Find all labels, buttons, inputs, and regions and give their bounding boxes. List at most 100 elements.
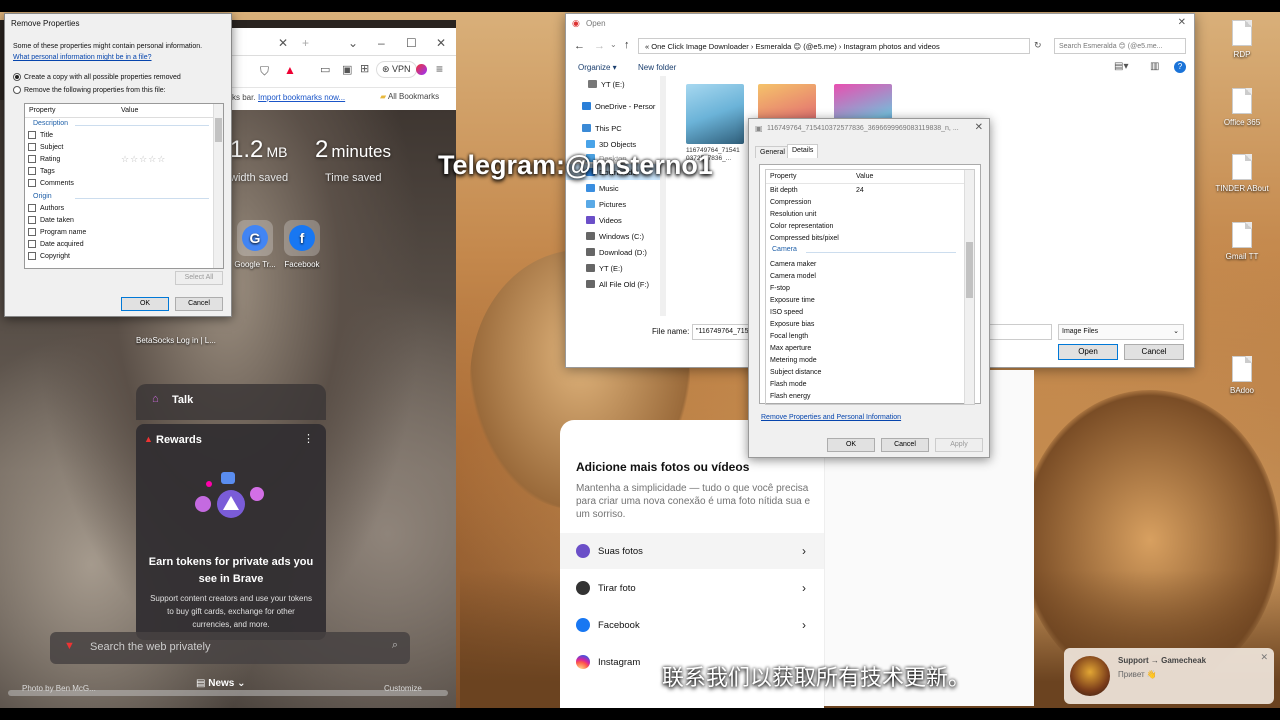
search-input[interactable]: Search Esmeralda 😊 (@e5.me... (1054, 38, 1186, 54)
option-tirar-foto[interactable]: Tirar foto › (560, 570, 824, 606)
forward-arrow-icon[interactable]: → (594, 40, 605, 52)
rewards-triangle-icon[interactable]: ▲ (284, 63, 296, 77)
tab-details[interactable]: Details (787, 144, 819, 158)
list-item[interactable]: Max aperture (766, 342, 974, 354)
list-item[interactable]: Focal length (766, 330, 974, 342)
list-item[interactable]: Compression (766, 196, 974, 208)
list-item[interactable]: Title (25, 129, 223, 141)
desktop-icon-rdp[interactable]: RDP (1212, 20, 1272, 59)
more-options-icon[interactable]: ⋮ (303, 432, 314, 445)
minimize-icon[interactable]: – (378, 36, 385, 50)
view-options-icon[interactable]: ▤▾ (1114, 61, 1128, 72)
nav-item[interactable]: Pictures (566, 196, 663, 212)
list-item[interactable]: Tags (25, 165, 223, 177)
chevron-down-icon[interactable]: ⌄ (610, 40, 617, 49)
import-bookmarks-link[interactable]: Import bookmarks now... (258, 93, 345, 102)
menu-icon[interactable]: ≡ (436, 62, 443, 76)
list-item[interactable]: Subject distance (766, 366, 974, 378)
new-folder-button[interactable]: New folder (638, 63, 676, 72)
address-bar[interactable]: « One Click Image Downloader › Esmeralda… (638, 38, 1030, 54)
nav-item[interactable]: Videos (566, 212, 663, 228)
horizontal-scrollbar[interactable] (8, 690, 448, 696)
cancel-button[interactable]: Cancel (881, 438, 929, 452)
checkbox[interactable] (28, 143, 36, 151)
desktop-icon-tinder[interactable]: TINDER ABout (1212, 154, 1272, 193)
list-item[interactable]: Comments (25, 177, 223, 189)
list-item[interactable]: Bit depth 24 (766, 184, 974, 196)
list-item[interactable]: Program name (25, 226, 223, 238)
checkbox[interactable] (28, 167, 36, 175)
list-item[interactable]: Camera model (766, 270, 974, 282)
nav-item[interactable]: YT (E:) (566, 76, 663, 92)
nav-item[interactable]: Download (D:) (566, 244, 663, 260)
radio-remove-following[interactable]: Remove the following properties from thi… (13, 86, 166, 94)
tile-facebook[interactable]: f Facebook (277, 220, 327, 269)
vpn-button[interactable]: ⊛ VPN (376, 61, 417, 78)
list-item[interactable]: Exposure bias (766, 318, 974, 330)
list-item[interactable]: Flash mode (766, 378, 974, 390)
close-tab-icon[interactable]: ✕ (278, 36, 288, 50)
nav-item[interactable]: This PC (566, 120, 663, 136)
cancel-button[interactable]: Cancel (1124, 344, 1184, 360)
nav-scrollbar[interactable] (660, 76, 666, 316)
small-tiles-labels[interactable]: BetaSocks Log in | L... (136, 336, 216, 345)
list-item[interactable]: Resolution unit (766, 208, 974, 220)
list-item[interactable]: Date acquired (25, 238, 223, 250)
notification-toast[interactable]: Support → Gamecheak Привет 👋 ✕ (1064, 648, 1274, 704)
new-tab-icon[interactable]: + (302, 36, 309, 50)
checkbox[interactable] (28, 155, 36, 163)
leo-ai-icon[interactable] (416, 64, 427, 75)
list-item[interactable]: Color representation (766, 220, 974, 232)
checkbox[interactable] (28, 179, 36, 187)
nav-item[interactable]: YT (E:) (566, 260, 663, 276)
nav-item[interactable]: OneDrive - Persor (566, 98, 663, 114)
vertical-scrollbar[interactable] (964, 170, 974, 404)
tile-google-translate[interactable]: G Google Tr... (230, 220, 280, 269)
talk-widget[interactable]: ⌂ Talk (136, 384, 326, 420)
checkbox[interactable] (28, 131, 36, 139)
remove-properties-link[interactable]: Remove Properties and Personal Informati… (761, 414, 901, 421)
list-item[interactable]: Camera maker (766, 258, 974, 270)
checkbox[interactable] (28, 252, 36, 260)
list-item[interactable]: Copyright (25, 250, 223, 262)
list-item[interactable]: Date taken (25, 214, 223, 226)
list-item[interactable]: Exposure time (766, 294, 974, 306)
desktop-icon-office[interactable]: Office 365 (1212, 88, 1272, 127)
nav-item[interactable]: Music (566, 180, 663, 196)
all-bookmarks-button[interactable]: ▰ All Bookmarks (380, 92, 439, 101)
checkbox[interactable] (28, 228, 36, 236)
file-type-select[interactable]: Image Files ⌄ (1058, 324, 1184, 340)
list-item[interactable]: Rating ☆☆☆☆☆ (25, 153, 223, 165)
up-arrow-icon[interactable]: ↑ (624, 39, 630, 51)
news-button[interactable]: ▤ News ⌄ (196, 678, 246, 689)
select-all-button[interactable]: Select All (175, 271, 223, 285)
checkbox[interactable] (28, 216, 36, 224)
checkbox[interactable] (28, 240, 36, 248)
organize-button[interactable]: Organize ▾ (578, 63, 617, 72)
extensions-icon[interactable]: ⊞ (360, 62, 369, 75)
radio-create-copy[interactable]: Create a copy with all possible properti… (13, 73, 181, 81)
preview-pane-icon[interactable]: ▥ (1150, 61, 1159, 72)
option-facebook[interactable]: Facebook › (560, 607, 824, 643)
list-item[interactable]: Authors (25, 202, 223, 214)
back-arrow-icon[interactable]: ← (574, 40, 585, 52)
nav-item[interactable]: All File Old (F:) (566, 276, 663, 292)
close-icon[interactable]: ✕ (1260, 652, 1268, 663)
maximize-icon[interactable]: ☐ (406, 36, 417, 50)
list-item[interactable]: ISO speed (766, 306, 974, 318)
vertical-scrollbar[interactable] (213, 104, 223, 268)
shield-icon[interactable]: ⛉ (260, 64, 269, 79)
thumbnail-image-1[interactable] (686, 84, 744, 144)
close-icon[interactable]: ✕ (975, 122, 983, 133)
tab-general[interactable]: General (755, 146, 790, 158)
close-icon[interactable]: ✕ (1178, 17, 1186, 28)
list-item[interactable]: F-stop (766, 282, 974, 294)
ok-button[interactable]: OK (121, 297, 169, 311)
cancel-button[interactable]: Cancel (175, 297, 223, 311)
desktop-icon-badoo[interactable]: BAdoo (1212, 356, 1272, 395)
open-button[interactable]: Open (1058, 344, 1118, 360)
list-item[interactable]: Compressed bits/pixel (766, 232, 974, 244)
personal-info-link[interactable]: What personal information might be in a … (13, 54, 152, 61)
ok-button[interactable]: OK (827, 438, 875, 452)
nav-item[interactable]: Windows (C:) (566, 228, 663, 244)
